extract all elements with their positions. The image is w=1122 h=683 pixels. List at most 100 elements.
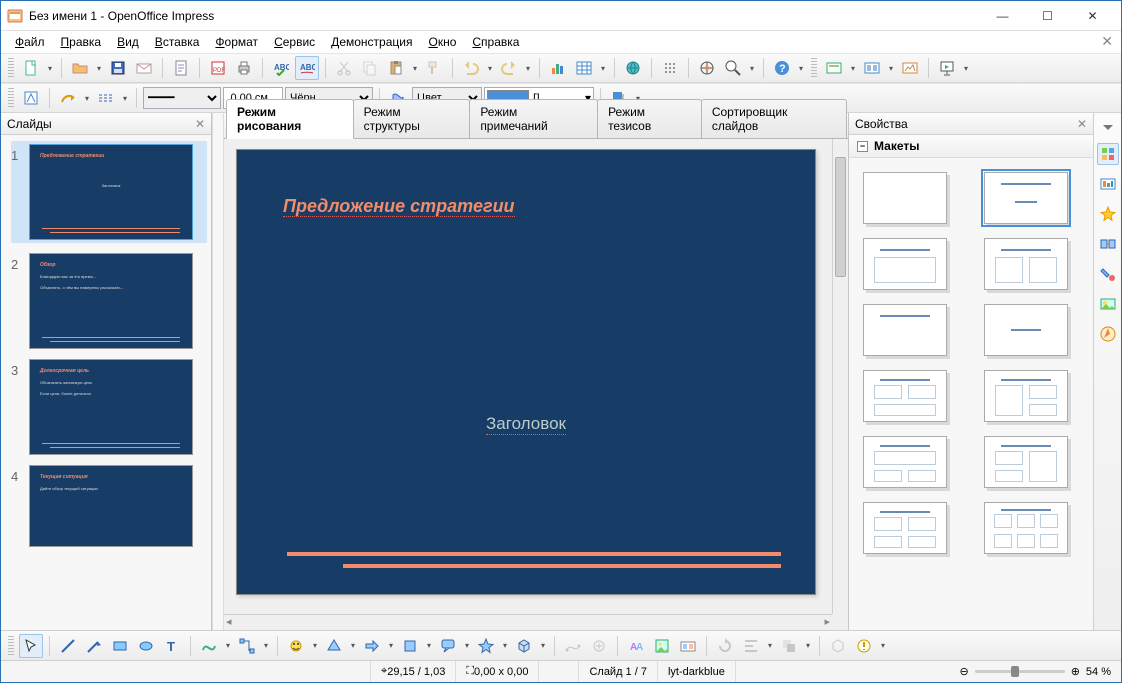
hyperlink-button[interactable] <box>621 56 645 80</box>
redo-button[interactable] <box>497 56 521 80</box>
layouts-section-header[interactable]: − Макеты <box>849 135 1093 158</box>
points-button[interactable] <box>561 634 585 658</box>
zoom-dropdown[interactable]: ▾ <box>747 56 757 80</box>
text-tool[interactable]: T <box>160 634 184 658</box>
layout-centered[interactable] <box>984 304 1068 356</box>
paste-button[interactable] <box>384 56 408 80</box>
spellcheck-button[interactable]: ABC <box>269 56 293 80</box>
layout-two-content[interactable] <box>984 238 1068 290</box>
layout-2-1[interactable] <box>863 436 947 488</box>
menu-help[interactable]: Справка <box>464 33 527 51</box>
fontwork-button[interactable]: AA <box>624 634 648 658</box>
toolbar-grip[interactable] <box>811 58 817 78</box>
open-button[interactable] <box>68 56 92 80</box>
layout-title-only[interactable] <box>863 238 947 290</box>
navigator-button[interactable] <box>695 56 719 80</box>
table-dropdown[interactable]: ▾ <box>598 56 608 80</box>
sidebar-tab-properties[interactable] <box>1097 143 1119 165</box>
stars-tool[interactable] <box>474 634 498 658</box>
sidebar-config-icon[interactable] <box>1096 119 1120 135</box>
chart-button[interactable] <box>546 56 570 80</box>
pane-splitter[interactable] <box>212 113 224 630</box>
layout-title-bar[interactable] <box>863 304 947 356</box>
callout-tool[interactable] <box>436 634 460 658</box>
tab-sorter[interactable]: Сортировщик слайдов <box>701 99 847 138</box>
interaction-button[interactable] <box>852 634 876 658</box>
slide-thumb-3[interactable]: 3 Долгосрочная цель Обозначить желаемую … <box>11 359 207 455</box>
layout-2x2[interactable] <box>863 370 947 422</box>
3d-tool[interactable] <box>512 634 536 658</box>
collapse-icon[interactable]: − <box>857 141 868 152</box>
tab-drawing[interactable]: Режим рисования <box>226 99 354 139</box>
horizontal-scrollbar[interactable] <box>224 614 832 630</box>
rotate-button[interactable] <box>713 634 737 658</box>
extrusion-button[interactable] <box>826 634 850 658</box>
layout-1-2[interactable] <box>984 370 1068 422</box>
zoom-out-icon[interactable]: ⊖ <box>959 665 968 678</box>
menu-tools[interactable]: Сервис <box>266 33 323 51</box>
zoom-slider[interactable] <box>975 670 1065 673</box>
line-tool[interactable] <box>56 634 80 658</box>
select-tool[interactable] <box>19 634 43 658</box>
redo-dropdown[interactable]: ▾ <box>523 56 533 80</box>
menu-format[interactable]: Формат <box>207 33 266 51</box>
slide-layout-button[interactable] <box>860 56 884 80</box>
arrange-button[interactable] <box>777 634 801 658</box>
tab-outline[interactable]: Режим структуры <box>353 99 471 138</box>
menu-edit[interactable]: Правка <box>53 33 110 51</box>
table-button[interactable] <box>572 56 596 80</box>
minimize-button[interactable]: — <box>980 1 1025 30</box>
flowchart-tool[interactable] <box>398 634 422 658</box>
arrow-style-button[interactable] <box>56 86 80 110</box>
line-style-button[interactable] <box>94 86 118 110</box>
maximize-button[interactable]: ☐ <box>1025 1 1070 30</box>
paste-dropdown[interactable]: ▾ <box>410 56 420 80</box>
layout-six[interactable] <box>984 502 1068 554</box>
sidebar-tab-animation[interactable] <box>1097 203 1119 225</box>
presentation-button[interactable] <box>935 56 959 80</box>
vertical-scrollbar[interactable] <box>832 139 848 614</box>
print-button[interactable] <box>232 56 256 80</box>
basic-shapes-tool[interactable] <box>284 634 308 658</box>
email-button[interactable] <box>132 56 156 80</box>
grid-button[interactable] <box>658 56 682 80</box>
slide-thumb-4[interactable]: 4 Текущая ситуация Дайте обзор текущей с… <box>11 465 207 547</box>
toolbar-grip[interactable] <box>8 88 14 108</box>
sidebar-tab-master[interactable] <box>1097 173 1119 195</box>
menu-view[interactable]: Вид <box>109 33 147 51</box>
zoom-in-icon[interactable]: ⊕ <box>1071 665 1080 678</box>
new-dropdown[interactable]: ▾ <box>45 56 55 80</box>
sidebar-tab-transition[interactable] <box>1097 233 1119 255</box>
symbol-shapes-tool[interactable] <box>322 634 346 658</box>
slide-thumb-2[interactable]: 2 Обзор Благодарю вас за это время... Об… <box>11 253 207 349</box>
slide-subtitle-placeholder[interactable]: Заголовок <box>486 414 566 435</box>
connector-tool[interactable] <box>235 634 259 658</box>
close-button[interactable]: ✕ <box>1070 1 1115 30</box>
menu-slideshow[interactable]: Демонстрация <box>323 33 420 51</box>
ellipse-tool[interactable] <box>134 634 158 658</box>
save-button[interactable] <box>106 56 130 80</box>
arrow-tool[interactable] <box>82 634 106 658</box>
tab-handout[interactable]: Режим тезисов <box>597 99 702 138</box>
sidebar-tab-gallery[interactable] <box>1097 293 1119 315</box>
new-button[interactable] <box>19 56 43 80</box>
layout-title-content[interactable] <box>984 172 1068 224</box>
slide-design-button[interactable] <box>898 56 922 80</box>
layout-four[interactable] <box>863 502 947 554</box>
close-panel-icon[interactable]: ✕ <box>1077 117 1087 131</box>
show-draw-functions-button[interactable] <box>19 86 43 110</box>
undo-dropdown[interactable]: ▾ <box>485 56 495 80</box>
close-panel-icon[interactable]: ✕ <box>195 117 205 131</box>
open-dropdown[interactable]: ▾ <box>94 56 104 80</box>
gallery-button[interactable] <box>676 634 700 658</box>
slide-thumb-1[interactable]: 1 Предложение стратегии Заголовок <box>11 141 207 243</box>
zoom-button[interactable] <box>721 56 745 80</box>
slide-canvas[interactable]: Предложение стратегии Заголовок <box>236 149 816 595</box>
menu-window[interactable]: Окно <box>420 33 464 51</box>
menu-file[interactable]: Файл <box>7 33 53 51</box>
copy-button[interactable] <box>358 56 382 80</box>
undo-button[interactable] <box>459 56 483 80</box>
rect-tool[interactable] <box>108 634 132 658</box>
curve-tool[interactable] <box>197 634 221 658</box>
layout-blank[interactable] <box>863 172 947 224</box>
